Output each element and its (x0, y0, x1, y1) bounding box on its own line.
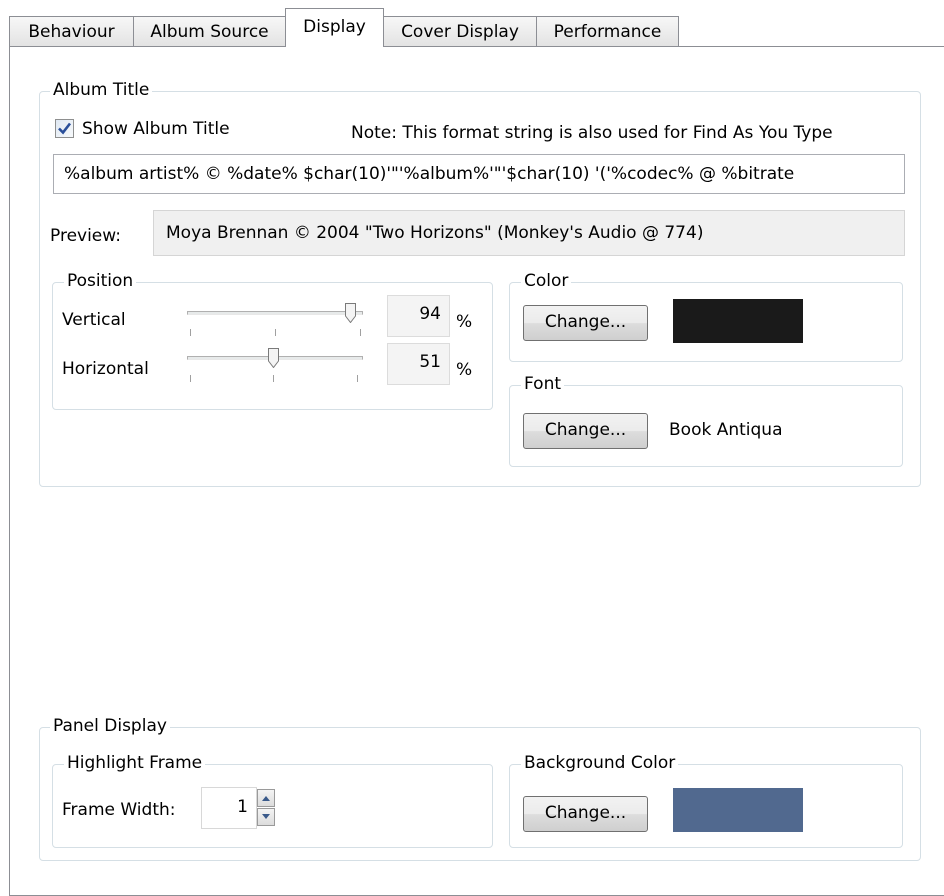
change-background-label: Change... (544, 803, 627, 823)
tab-display[interactable]: Display (285, 8, 384, 47)
highlight-frame-legend: Highlight Frame (64, 753, 206, 773)
change-color-button[interactable]: Change... (523, 305, 648, 341)
background-color-swatch (673, 788, 803, 832)
horizontal-slider-thumb[interactable] (268, 348, 279, 368)
vertical-slider-thumb[interactable] (345, 303, 356, 323)
tab-label: Display (303, 17, 366, 37)
preview-value: Moya Brennan © 2004 "Two Horizons" (Monk… (166, 223, 704, 243)
horizontal-value: 51 (419, 352, 441, 372)
panel-display-legend: Panel Display (50, 716, 170, 736)
preview-label: Preview: (50, 226, 121, 246)
background-color-legend: Background Color (521, 753, 679, 773)
tab-label: Cover Display (401, 22, 519, 42)
change-font-button[interactable]: Change... (523, 413, 648, 449)
vertical-label: Vertical (62, 310, 126, 330)
frame-width-up-button[interactable] (257, 789, 275, 807)
frame-width-label: Frame Width: (62, 800, 176, 820)
frame-width-value: 1 (237, 797, 248, 817)
show-album-title-checkbox[interactable] (55, 119, 74, 138)
tab-label: Album Source (150, 22, 269, 42)
vertical-value-box: 94 (387, 295, 450, 337)
preview-field: Moya Brennan © 2004 "Two Horizons" (Monk… (153, 210, 905, 256)
frame-width-input[interactable]: 1 (201, 787, 257, 829)
tab-behaviour[interactable]: Behaviour (9, 16, 134, 46)
show-album-title-label[interactable]: Show Album Title (82, 118, 230, 140)
font-legend: Font (521, 374, 565, 394)
checkmark-icon (58, 122, 72, 135)
vertical-tick (190, 329, 191, 336)
find-as-you-type-note: Note: This format string is also used fo… (351, 123, 833, 143)
vertical-slider-track[interactable] (187, 311, 363, 315)
horizontal-unit: % (456, 360, 473, 380)
arrow-down-icon (262, 814, 270, 819)
horizontal-tick (273, 375, 274, 382)
tab-label: Behaviour (28, 22, 115, 42)
change-background-color-button[interactable]: Change... (523, 796, 648, 832)
tab-performance[interactable]: Performance (536, 16, 679, 46)
format-string-value: %album artist% © %date% $char(10)'"'%alb… (64, 164, 795, 184)
album-title-legend: Album Title (50, 80, 153, 100)
vertical-tick (360, 329, 361, 336)
change-color-label: Change... (544, 312, 627, 332)
vertical-tick (275, 329, 276, 336)
horizontal-tick (357, 375, 358, 382)
vertical-value: 94 (419, 304, 441, 324)
change-font-label: Change... (544, 420, 627, 440)
horizontal-value-box: 51 (387, 343, 450, 385)
title-color-swatch (673, 299, 803, 343)
horizontal-label: Horizontal (62, 359, 149, 379)
tab-label: Performance (553, 22, 662, 42)
tab-cover-display[interactable]: Cover Display (383, 16, 537, 46)
color-legend: Color (521, 271, 572, 291)
font-name: Book Antiqua (669, 420, 783, 440)
tab-album-source[interactable]: Album Source (133, 16, 286, 46)
arrow-up-icon (262, 796, 270, 801)
position-legend: Position (64, 271, 137, 291)
horizontal-tick (190, 375, 191, 382)
frame-width-down-button[interactable] (257, 808, 275, 826)
vertical-unit: % (456, 312, 473, 332)
format-string-input[interactable]: %album artist% © %date% $char(10)'"'%alb… (53, 154, 905, 194)
